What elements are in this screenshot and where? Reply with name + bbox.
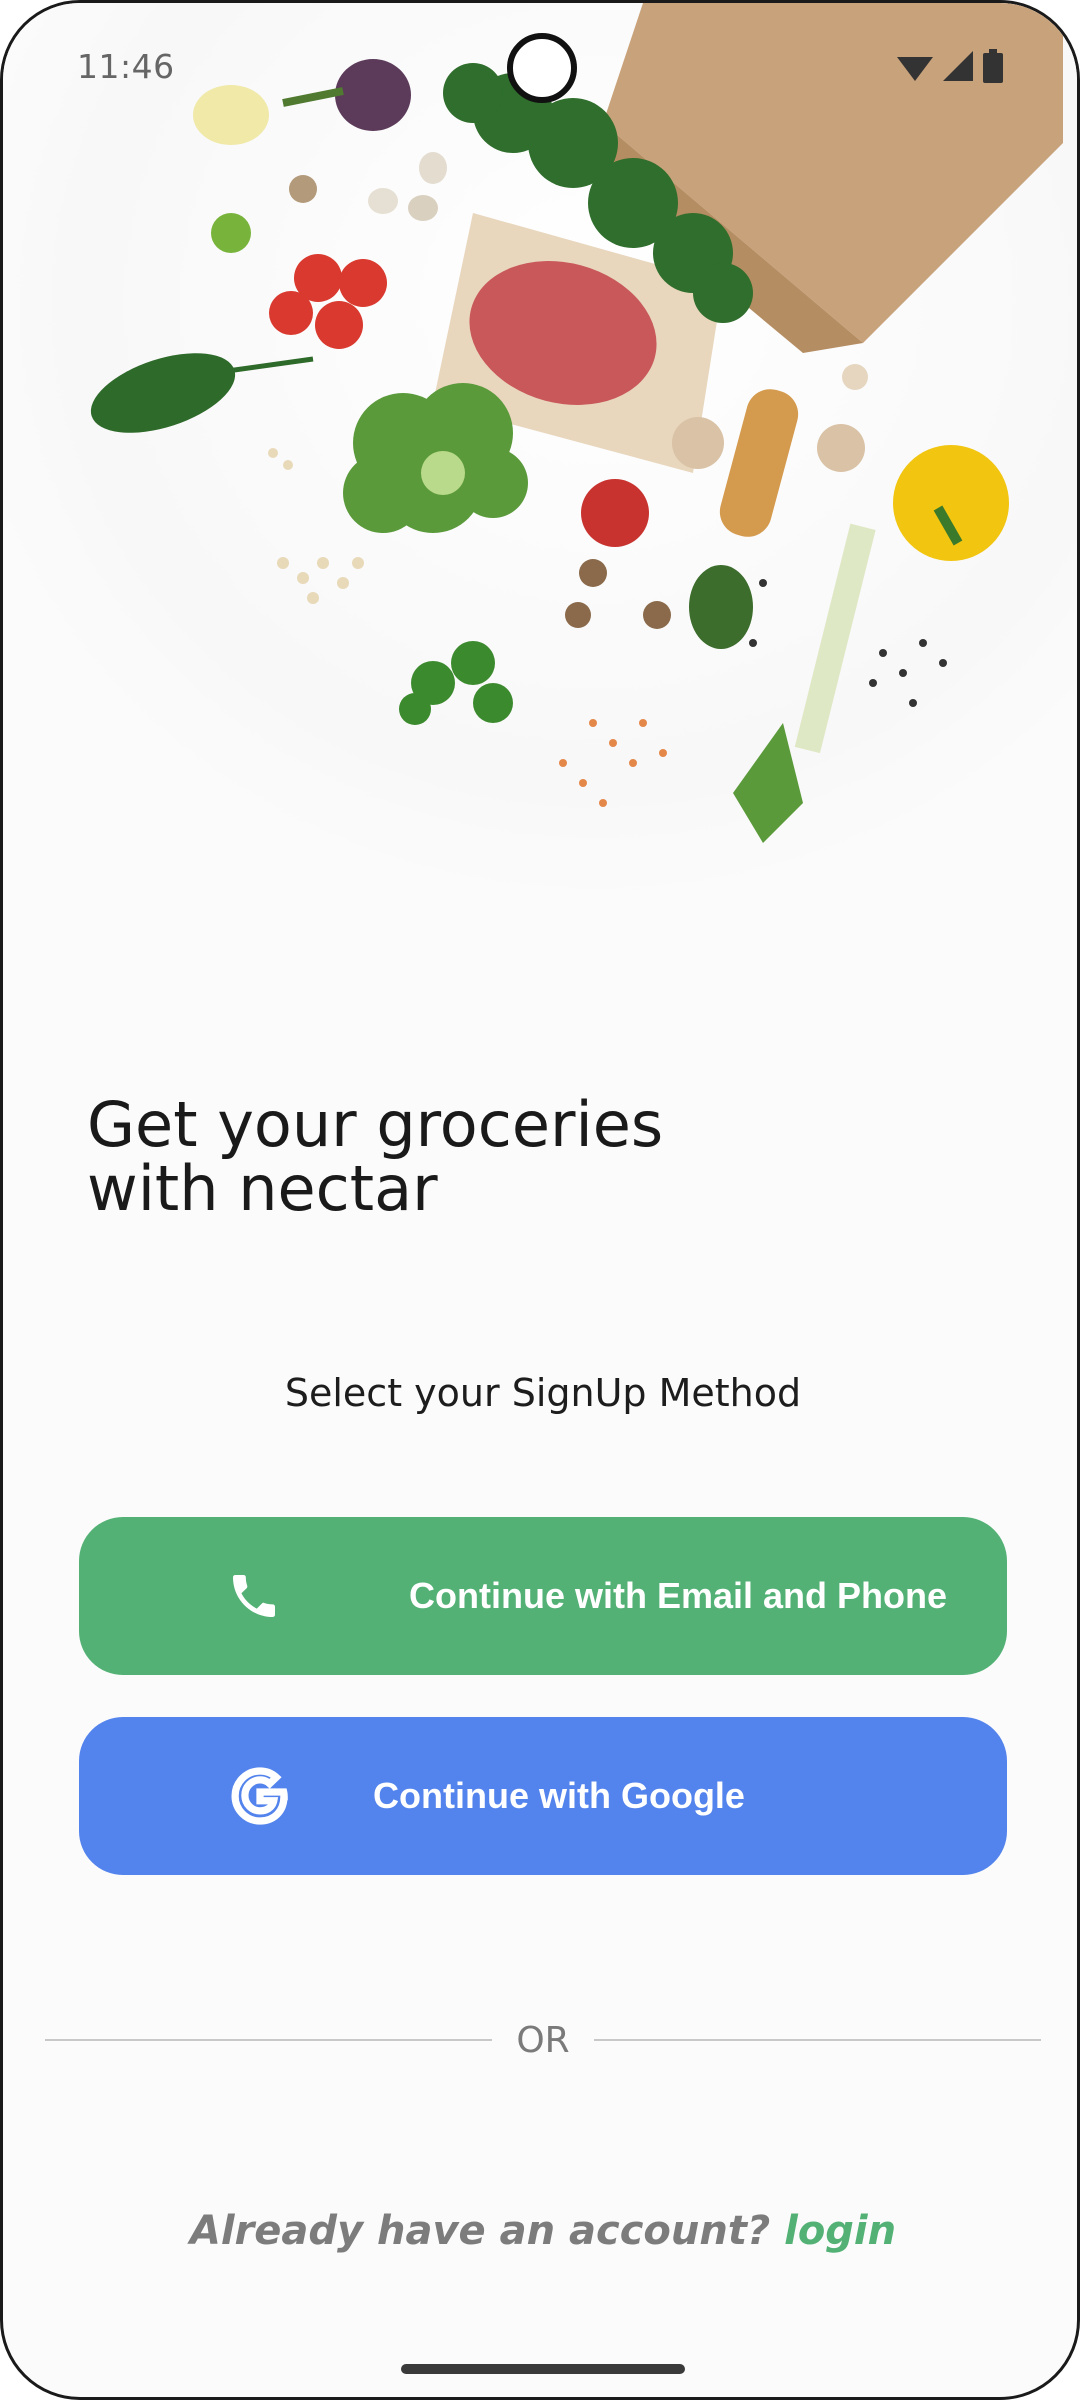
home-indicator[interactable] [401, 2364, 685, 2374]
status-bar-icons [897, 49, 1003, 88]
page-title: Get your groceries with nectar [87, 1088, 664, 1225]
wifi-icon [897, 51, 933, 86]
continue-email-phone-button[interactable]: Continue with Email and Phone [79, 1517, 1007, 1675]
continue-email-phone-label: Continue with Email and Phone [409, 1575, 948, 1616]
continue-google-label: Continue with Google [373, 1775, 745, 1816]
groceries-hero-image [3, 3, 1077, 1003]
signup-method-subtitle: Select your SignUp Method [284, 1371, 802, 1415]
front-camera [507, 33, 577, 103]
divider-line-left [45, 2039, 493, 2041]
login-prompt-text: Already have an account? [189, 2208, 785, 2254]
or-divider: OR [45, 2015, 1042, 2065]
divider-line-right [593, 2039, 1042, 2041]
login-prompt-row: Already have an account? login [3, 2208, 1077, 2254]
battery-icon [983, 49, 1003, 88]
continue-google-button[interactable]: Continue with Google [79, 1717, 1007, 1875]
or-label: OR [516, 2019, 570, 2061]
cellular-signal-icon [943, 51, 973, 86]
google-icon [225, 1761, 295, 1831]
login-link[interactable]: login [784, 2208, 896, 2254]
status-bar-time: 11:46 [77, 47, 175, 86]
phone-screen: 11:46 Get your groceries with nectar Sel… [0, 0, 1080, 2400]
phone-icon [219, 1561, 289, 1631]
